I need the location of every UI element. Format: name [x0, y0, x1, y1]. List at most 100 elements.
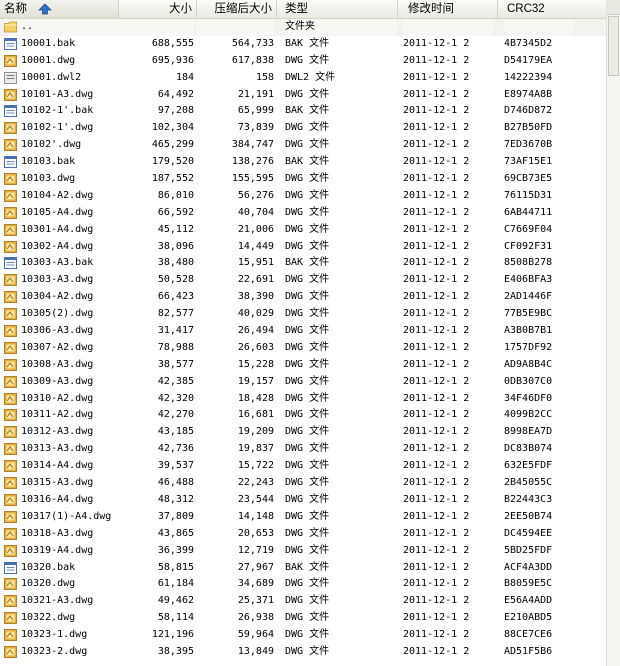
file-type: BAK 文件	[285, 37, 330, 49]
file-row[interactable]: 10323-1.dwg 121,196 59,964 DWG 文件 2011-12-1 …	[0, 627, 606, 644]
file-row[interactable]: 10102'.dwg 465,299 384,747 DWG 文件 2011-12-1 …	[0, 137, 606, 154]
file-row[interactable]: 10001.bak 688,555 564,733 BAK 文件 2011-12-1 2…	[0, 36, 606, 53]
crc32-value: 4B7345D2	[504, 37, 553, 49]
file-row[interactable]: 10319-A4.dwg 36,399 12,719 DWG 文件 2011-12-1 …	[0, 543, 606, 560]
file-row[interactable]: 10314-A4.dwg 39,537 15,722 DWG 文件 2011-12-1 …	[0, 458, 606, 475]
scroll-thumb[interactable]	[608, 16, 619, 76]
file-row[interactable]: 10103.bak 179,520 138,276 BAK 文件 2011-12-1 2…	[0, 154, 606, 171]
file-row[interactable]: 10322.dwg 58,114 26,938 DWG 文件 2011-12-1 2 E2…	[0, 610, 606, 627]
file-name: 10301-A4.dwg	[21, 223, 94, 235]
crc32-value: 77B5E9BC	[504, 308, 553, 320]
file-row[interactable]: 10316-A4.dwg 48,312 23,544 DWG 文件 2011-12-1 …	[0, 492, 606, 509]
file-name-cell: 10319-A4.dwg	[4, 543, 118, 560]
modified-time: 2011-12-1 2	[403, 645, 470, 657]
file-type: DWG 文件	[285, 595, 330, 607]
dwg-file-icon	[4, 240, 17, 253]
file-row[interactable]: 10323-2.dwg 38,395 13,849 DWG 文件 2011-12-1 2…	[0, 644, 606, 661]
file-row[interactable]: 10102-1'.dwg 102,304 73,839 DWG 文件 2011-12-1…	[0, 120, 606, 137]
crc32-value: 34F46DF0	[504, 392, 553, 404]
file-row[interactable]: 10303-A3.dwg 50,528 22,691 DWG 文件 2011-12-1 …	[0, 272, 606, 289]
file-row[interactable]: 10104-A2.dwg 86,010 56,276 DWG 文件 2011-12-1 …	[0, 188, 606, 205]
file-row[interactable]: 10320.bak 58,815 27,967 BAK 文件 2011-12-1 2 AC…	[0, 560, 606, 577]
file-row[interactable]: 10307-A2.dwg 78,988 26,603 DWG 文件 2011-12-1 …	[0, 340, 606, 357]
column-header-crc[interactable]: CRC32	[498, 0, 606, 18]
file-row[interactable]: 10304-A2.dwg 66,423 38,390 DWG 文件 2011-12-1 …	[0, 289, 606, 306]
file-row[interactable]: 10309-A3.dwg 42,385 19,157 DWG 文件 2011-12-1 …	[0, 374, 606, 391]
file-size: 58,815	[157, 561, 194, 573]
file-row[interactable]: 10001.dwg 695,936 617,838 DWG 文件 2011-12-1 2…	[0, 53, 606, 70]
modified-time: 2011-12-1 2	[403, 325, 470, 337]
column-header-bar: 名称 大小 压缩后大小 类型 修改时间 CRC32	[0, 0, 606, 19]
file-size: 38,480	[157, 257, 194, 269]
file-row[interactable]: 10318-A3.dwg 43,865 20,653 DWG 文件 2011-12-1 …	[0, 526, 606, 543]
file-size: 86,010	[157, 189, 194, 201]
compressed-size: 617,838	[231, 54, 274, 66]
vertical-scrollbar[interactable]	[606, 0, 620, 666]
dwl2-file-icon	[4, 71, 17, 84]
file-size: 66,592	[157, 206, 194, 218]
file-row[interactable]: 10105-A4.dwg 66,592 40,704 DWG 文件 2011-12-1 …	[0, 205, 606, 222]
compressed-size: 65,999	[237, 105, 274, 117]
compressed-size: 20,653	[237, 527, 274, 539]
file-name: 10320.dwg	[21, 578, 76, 590]
modified-time: 2011-12-1 2	[403, 88, 470, 100]
file-row[interactable]: 10315-A3.dwg 46,488 22,243 DWG 文件 2011-12-1 …	[0, 475, 606, 492]
column-header-name[interactable]: 名称	[0, 0, 119, 18]
file-name: 10312-A3.dwg	[21, 426, 94, 438]
file-row[interactable]: 10302-A4.dwg 38,096 14,449 DWG 文件 2011-12-1 …	[0, 239, 606, 256]
compressed-size: 15,951	[237, 257, 274, 269]
bak-file-icon	[4, 37, 17, 50]
file-name: 10304-A2.dwg	[21, 291, 94, 303]
crc32-value: AD9A8B4C	[504, 358, 553, 370]
crc32-value: 14222394	[504, 71, 553, 83]
file-size: 102,304	[151, 122, 194, 134]
scroll-up-button[interactable]	[607, 0, 620, 15]
crc32-value: ACF4A3DD	[504, 561, 553, 573]
file-row[interactable]: 10101-A3.dwg 64,492 21,191 DWG 文件 2011-12-1 …	[0, 87, 606, 104]
file-name: 10105-A4.dwg	[21, 206, 94, 218]
dwg-file-icon	[4, 375, 17, 388]
file-row[interactable]: 10317(1)-A4.dwg 37,809 14,148 DWG 文件 2011-12…	[0, 509, 606, 526]
file-row[interactable]: 10310-A2.dwg 42,320 18,428 DWG 文件 2011-12-1 …	[0, 391, 606, 408]
file-row[interactable]: 10321-A3.dwg 49,462 25,371 DWG 文件 2011-12-1 …	[0, 593, 606, 610]
column-header-size[interactable]: 大小	[119, 0, 197, 18]
file-row[interactable]: 10303-A3.bak 38,480 15,951 BAK 文件 2011-12-1 …	[0, 255, 606, 272]
file-row[interactable]: 10305(2).dwg 82,577 40,029 DWG 文件 2011-12-1 …	[0, 306, 606, 323]
file-row[interactable]: 10301-A4.dwg 45,112 21,006 DWG 文件 2011-12-1 …	[0, 222, 606, 239]
file-name: 10001.dwg	[21, 54, 76, 66]
file-row[interactable]: 10306-A3.dwg 31,417 26,494 DWG 文件 2011-12-1 …	[0, 323, 606, 340]
file-name-cell: 10315-A3.dwg	[4, 475, 118, 492]
file-name-cell: 10313-A3.dwg	[4, 441, 118, 458]
file-row[interactable]: 10102-1'.bak 97,208 65,999 BAK 文件 2011-12-1 …	[0, 103, 606, 120]
column-header-type[interactable]: 类型	[277, 0, 398, 18]
file-size: 179,520	[151, 156, 194, 168]
column-header-modified[interactable]: 修改时间	[398, 0, 498, 18]
file-row[interactable]: 10312-A3.dwg 43,185 19,209 DWG 文件 2011-12-1 …	[0, 424, 606, 441]
column-header-crc-label: CRC32	[507, 3, 545, 15]
file-row[interactable]: 10313-A3.dwg 42,736 19,837 DWG 文件 2011-12-1 …	[0, 441, 606, 458]
file-row[interactable]: 10320.dwg 61,184 34,689 DWG 文件 2011-12-1 2 B8…	[0, 576, 606, 593]
file-name: 10302-A4.dwg	[21, 240, 94, 252]
file-row[interactable]: 10311-A2.dwg 42,270 16,681 DWG 文件 2011-12-1 …	[0, 407, 606, 424]
parent-folder-row[interactable]: .. 文件夹	[0, 19, 606, 36]
file-name: 10102-1'.bak	[21, 105, 94, 117]
modified-time: 2011-12-1 2	[403, 426, 470, 438]
column-header-compressed[interactable]: 压缩后大小	[197, 0, 277, 18]
file-row[interactable]: 10308-A3.dwg 38,577 15,228 DWG 文件 2011-12-1 …	[0, 357, 606, 374]
dwg-file-icon	[4, 477, 17, 489]
modified-time: 2011-12-1 2	[403, 37, 470, 49]
column-header-size-label: 大小	[169, 3, 192, 15]
compressed-size: 19,837	[237, 443, 274, 455]
file-type: DWG 文件	[285, 477, 330, 489]
dwg-file-icon	[4, 629, 17, 641]
crc32-value: B27B50FD	[504, 122, 553, 134]
file-name-cell: 10323-2.dwg	[4, 644, 118, 661]
file-row[interactable]: 10103.dwg 187,552 155,595 DWG 文件 2011-12-1 2…	[0, 171, 606, 188]
modified-time: 2011-12-1 2	[403, 139, 470, 151]
file-name-cell: 10105-A4.dwg	[4, 205, 118, 222]
file-name: 10311-A2.dwg	[21, 409, 94, 421]
dwg-file-icon	[4, 358, 17, 371]
file-name-cell: 10104-A2.dwg	[4, 188, 118, 205]
file-row[interactable]: 10001.dwl2 184 158 DWL2 文件 2011-12-1 2 142223…	[0, 70, 606, 87]
column-header-name-label: 名称	[4, 3, 27, 15]
